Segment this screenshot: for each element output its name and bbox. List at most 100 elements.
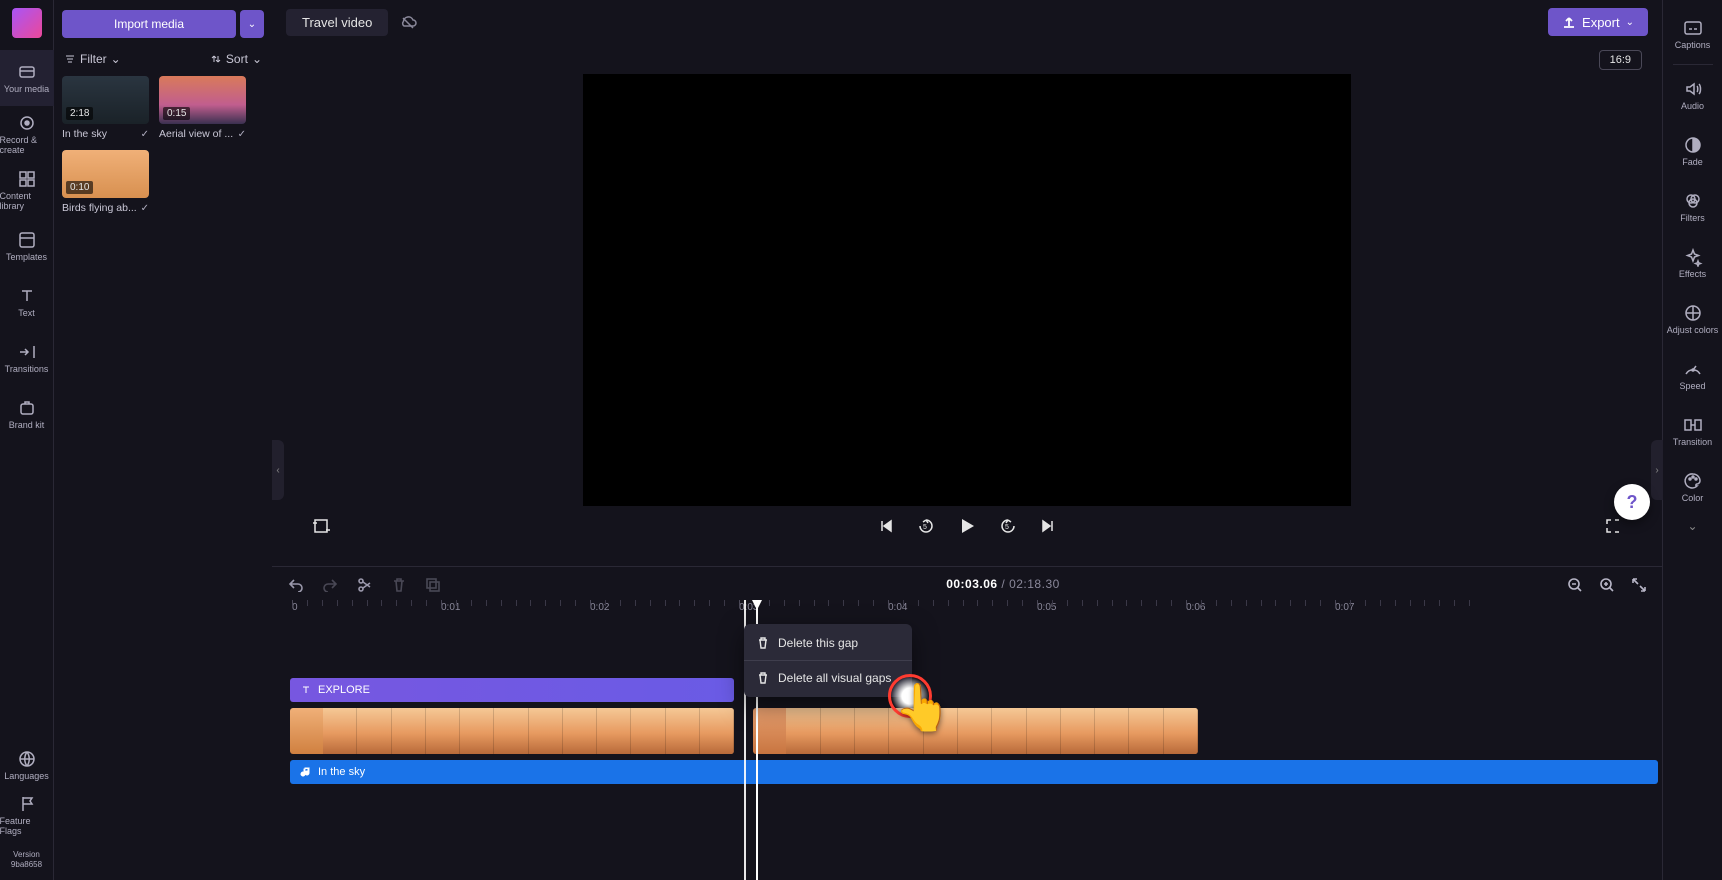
filter-label: Filter (80, 52, 107, 66)
palette-icon (1683, 471, 1703, 491)
prop-adjust-colors[interactable]: Adjust colors (1663, 291, 1722, 347)
timeline-ruler[interactable]: 00:010:020:030:040:050:060:07 (272, 600, 1662, 624)
svg-text:5: 5 (1005, 524, 1009, 531)
aspect-ratio-button[interactable]: 16:9 (1599, 50, 1642, 70)
clip-duration: 0:15 (163, 107, 190, 120)
templates-icon (17, 230, 37, 250)
flag-icon (17, 794, 37, 814)
prop-label: Captions (1675, 40, 1711, 50)
collapse-media-panel[interactable]: ‹ (272, 440, 284, 500)
video-clip[interactable] (753, 708, 1198, 754)
nav-label: Transitions (5, 364, 49, 374)
delete-icon[interactable] (390, 576, 406, 592)
fullscreen-icon[interactable] (1604, 517, 1622, 535)
help-button[interactable]: ? (1614, 484, 1650, 520)
sort-button[interactable]: Sort ⌄ (210, 52, 262, 66)
prop-filters[interactable]: Filters (1663, 179, 1722, 235)
time-display: 00:03.06 / 02:18.30 (946, 577, 1060, 591)
nav-transitions[interactable]: Transitions (0, 330, 54, 386)
nav-version[interactable]: Version 9ba8658 (0, 840, 54, 880)
import-media-button[interactable]: Import media (62, 10, 236, 38)
nav-label: Record & create (0, 135, 54, 155)
filter-button[interactable]: Filter ⌄ (64, 52, 121, 66)
collapse-props-panel[interactable]: › (1651, 440, 1663, 500)
zoom-out-icon[interactable] (1566, 576, 1582, 592)
nav-label: Brand kit (9, 420, 45, 430)
preview-canvas[interactable] (583, 74, 1351, 506)
nav-label: Languages (4, 771, 49, 781)
prop-effects[interactable]: Effects (1663, 235, 1722, 291)
nav-record-create[interactable]: Record & create (0, 106, 54, 162)
prop-label: Transition (1673, 437, 1712, 447)
library-icon (17, 169, 37, 189)
menu-separator (744, 660, 912, 661)
prop-color[interactable]: Color (1663, 459, 1722, 515)
nav-text[interactable]: Text (0, 274, 54, 330)
prop-captions[interactable]: Captions (1663, 6, 1722, 62)
forward-5-icon[interactable]: 5 (999, 517, 1017, 535)
text-icon (300, 684, 312, 696)
audio-clip[interactable]: In the sky (290, 760, 1658, 784)
filter-icon (64, 53, 76, 65)
redo-icon[interactable] (322, 576, 338, 592)
trash-icon (756, 671, 770, 685)
sort-label: Sort (226, 52, 248, 66)
media-thumb[interactable]: 0:10 Birds flying ab...✓ (62, 150, 149, 214)
effects-icon (1683, 247, 1703, 267)
undo-icon[interactable] (288, 576, 304, 592)
props-expand[interactable]: ⌄ (1687, 519, 1697, 533)
text-clip[interactable]: EXPLORE (290, 678, 734, 702)
import-media-caret[interactable]: ⌄ (240, 10, 264, 38)
adjust-icon (1683, 303, 1703, 323)
prop-audio[interactable]: Audio (1663, 67, 1722, 123)
brandkit-icon (17, 398, 37, 418)
clip-duration: 0:10 (66, 181, 93, 194)
video-clip[interactable] (290, 708, 734, 754)
play-button[interactable] (957, 516, 977, 536)
export-button[interactable]: Export ⌄ (1548, 8, 1648, 36)
nav-templates[interactable]: Templates (0, 218, 54, 274)
crop-icon[interactable] (312, 517, 330, 535)
clip-name: Aerial view of ... (159, 128, 233, 140)
clip-name: In the sky (62, 128, 107, 140)
prop-label: Fade (1682, 157, 1703, 167)
clip-duration: 2:18 (66, 107, 93, 120)
nav-label: Text (18, 308, 35, 318)
app-logo[interactable] (12, 8, 42, 38)
menu-delete-all-gaps[interactable]: Delete all visual gaps (744, 663, 912, 693)
menu-label: Delete this gap (778, 636, 858, 650)
nav-your-media[interactable]: Your media (0, 50, 54, 106)
svg-text:5: 5 (923, 524, 927, 531)
nav-label: Content library (0, 191, 54, 211)
media-icon (17, 62, 37, 82)
media-thumb[interactable]: 0:15 Aerial view of ... ✓ (159, 76, 246, 140)
prop-label: Speed (1679, 381, 1705, 391)
skip-start-icon[interactable] (877, 517, 895, 535)
speed-icon (1683, 359, 1703, 379)
media-thumb[interactable]: 2:18 In the sky✓ (62, 76, 149, 140)
nav-brand-kit[interactable]: Brand kit (0, 386, 54, 442)
duplicate-icon[interactable] (424, 576, 440, 592)
fit-timeline-icon[interactable] (1630, 576, 1646, 592)
ruler-mark: 0:02 (590, 602, 609, 613)
prop-fade[interactable]: Fade (1663, 123, 1722, 179)
prop-speed[interactable]: Speed (1663, 347, 1722, 403)
music-note-icon (300, 766, 312, 778)
nav-feature-flags[interactable]: Feature Flags (0, 790, 54, 840)
split-icon[interactable] (356, 576, 372, 592)
chevron-down-icon: ⌄ (1626, 17, 1634, 28)
check-icon: ✓ (238, 129, 246, 140)
check-icon: ✓ (141, 203, 149, 214)
rewind-5-icon[interactable]: 5 (917, 517, 935, 535)
zoom-in-icon[interactable] (1598, 576, 1614, 592)
nav-content-library[interactable]: Content library (0, 162, 54, 218)
text-icon (17, 286, 37, 306)
text-clip-label: EXPLORE (318, 684, 370, 696)
skip-end-icon[interactable] (1039, 517, 1057, 535)
project-title-input[interactable]: Travel video (286, 9, 388, 36)
nav-languages[interactable]: Languages (0, 740, 54, 790)
prop-transition[interactable]: Transition (1663, 403, 1722, 459)
upload-icon (1562, 15, 1576, 29)
menu-delete-this-gap[interactable]: Delete this gap (744, 628, 912, 658)
prop-label: Color (1682, 493, 1704, 503)
